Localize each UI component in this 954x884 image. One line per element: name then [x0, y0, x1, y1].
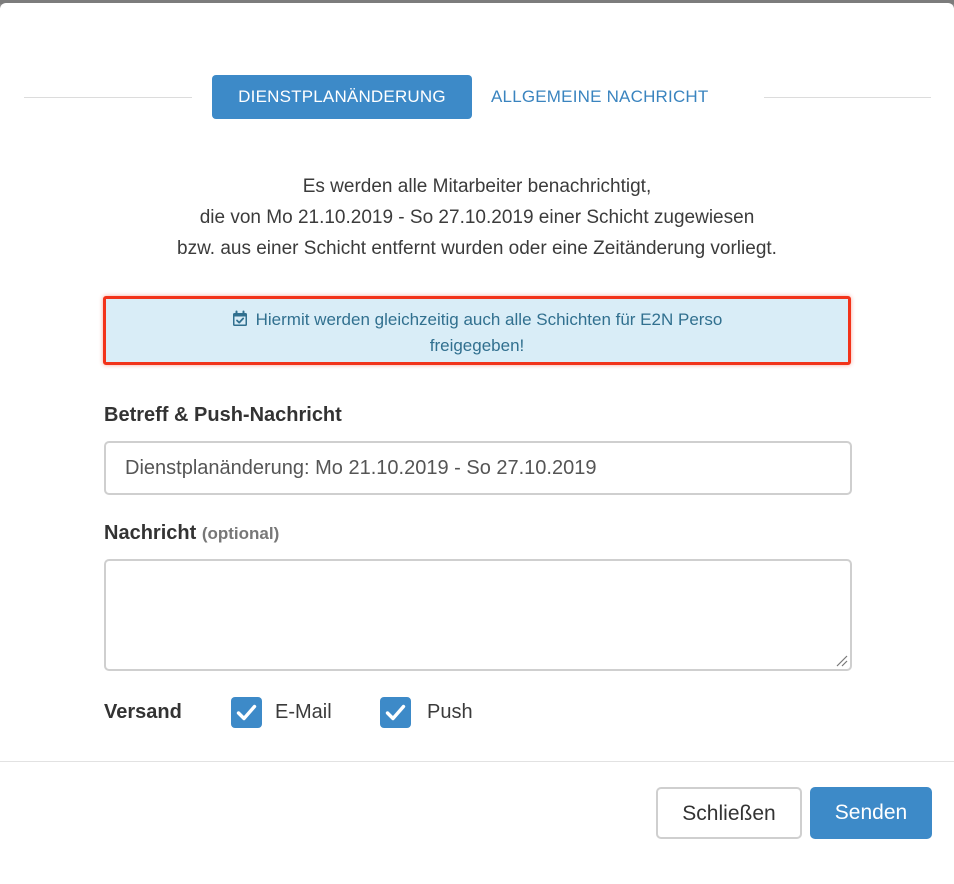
resize-grip-icon[interactable] [834, 653, 848, 667]
checkmark-icon [385, 704, 406, 721]
message-label: Nachricht (optional) [104, 522, 279, 545]
email-checkbox-label[interactable]: E-Mail [275, 701, 332, 724]
alert-text-line2: freigegeben! [429, 336, 525, 355]
tab-divider-left [24, 97, 192, 98]
optional-hint: (optional) [201, 524, 280, 543]
checkmark-icon [236, 704, 257, 721]
footer-divider [0, 761, 954, 762]
send-button[interactable]: Senden [810, 787, 932, 839]
delivery-label: Versand [104, 701, 182, 723]
tab-divider-right [764, 97, 931, 98]
notification-modal: DIENSTPLANÄNDERUNG ALLGEMEINE NACHRICHT … [0, 3, 954, 884]
push-checkbox[interactable] [380, 697, 411, 728]
intro-line: Es werden alle Mitarbeiter benachrichtig… [302, 176, 652, 197]
message-textarea[interactable] [104, 559, 852, 671]
push-checkbox-label[interactable]: Push [427, 701, 473, 724]
intro-line: bzw. aus einer Schicht entfernt wurden o… [177, 238, 777, 259]
close-button[interactable]: Schließen [656, 787, 802, 839]
calendar-check-icon [232, 309, 248, 326]
message-label-text: Nachricht [104, 522, 197, 544]
tab-allgemeine-nachricht[interactable]: ALLGEMEINE NACHRICHT [491, 75, 751, 119]
subject-label: Betreff & Push-Nachricht [104, 404, 342, 426]
intro-line: die von Mo 21.10.2019 - So 27.10.2019 ei… [199, 207, 755, 228]
alert-text-line1: Hiermit werden gleichzeitig auch alle Sc… [255, 310, 723, 329]
info-alert: Hiermit werden gleichzeitig auch alle Sc… [103, 296, 851, 365]
email-checkbox[interactable] [231, 697, 262, 728]
tab-dienstplanaenderung[interactable]: DIENSTPLANÄNDERUNG [212, 75, 472, 119]
subject-input[interactable]: Dienstplanänderung: Mo 21.10.2019 - So 2… [104, 441, 852, 495]
tab-bar: DIENSTPLANÄNDERUNG ALLGEMEINE NACHRICHT [24, 73, 931, 121]
intro-text: Es werden alle Mitarbeiter benachrichtig… [60, 171, 894, 264]
